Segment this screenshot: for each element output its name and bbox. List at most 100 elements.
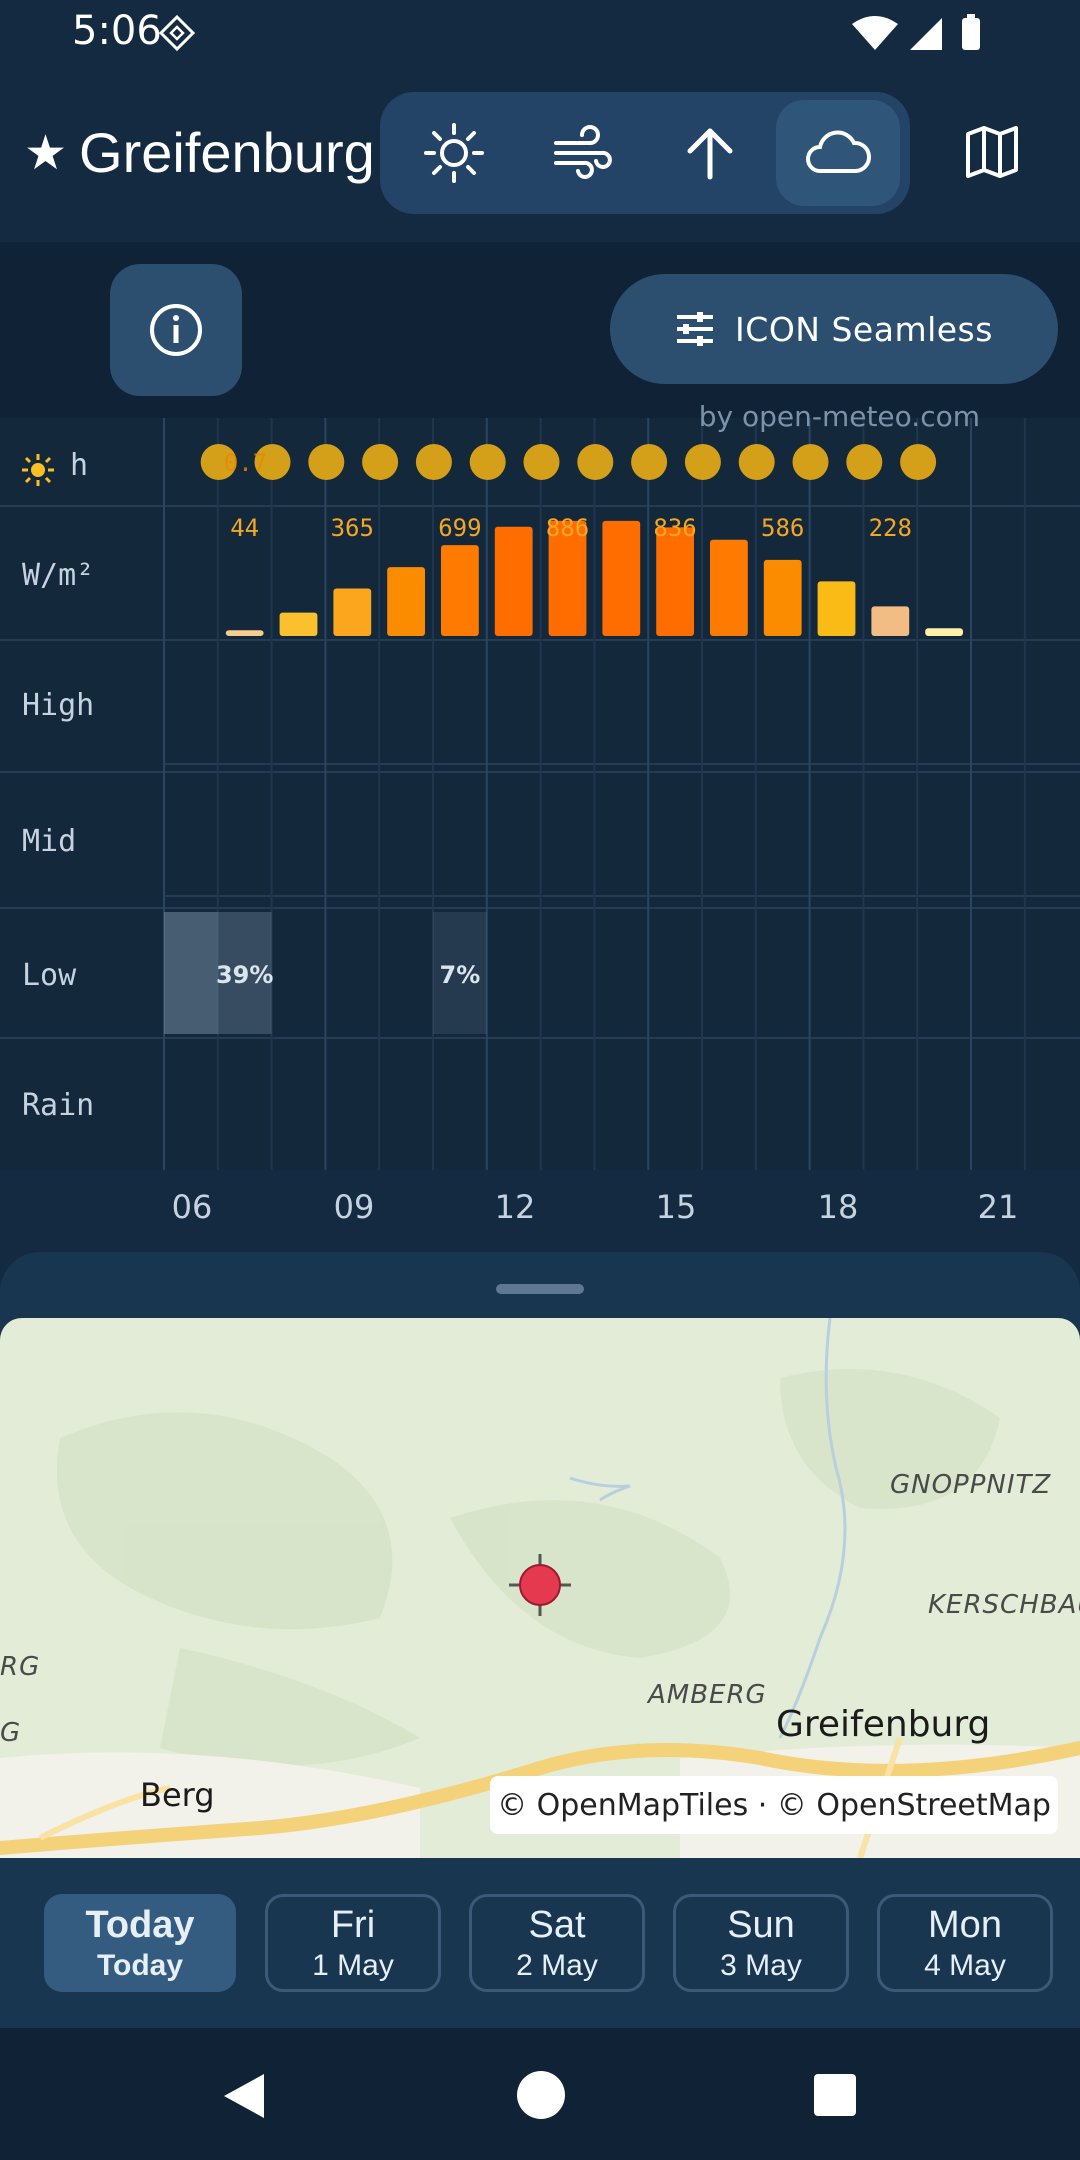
top-app-bar: ★ Greifenburg (0, 66, 1080, 242)
map-label: AMBERG (648, 1680, 767, 1710)
day-name: Mon (928, 1903, 1002, 1946)
day-chip-fri[interactable]: Fri 1 May (265, 1894, 441, 1992)
chart-marks: 0.7 44 365 699 886 836 586 228 39% 7% (164, 444, 963, 1034)
system-nav-bar (0, 2028, 1080, 2160)
day-date: 4 May (924, 1948, 1006, 1982)
home-icon[interactable] (516, 2070, 566, 2120)
radiation-label: 699 (438, 514, 481, 542)
map-button[interactable] (950, 110, 1034, 194)
low-cloud-label: 7% (440, 961, 481, 989)
radiation-bar (710, 539, 748, 636)
chart-toolbar: ICON Seamless (0, 242, 1080, 418)
day-name: Sat (528, 1903, 586, 1946)
x-tick: 18 (817, 1188, 859, 1226)
x-tick: 12 (494, 1188, 536, 1226)
location-name: Greifenburg (79, 121, 375, 184)
day-chip-mon[interactable]: Mon 4 May (877, 1894, 1053, 1992)
map-city: Berg (140, 1776, 215, 1814)
battery-icon (962, 18, 980, 50)
view-tabs (380, 92, 910, 214)
radiation-bar (441, 545, 479, 636)
sunshine-dot (738, 444, 775, 480)
sun-icon (424, 123, 484, 183)
info-button[interactable] (110, 264, 242, 396)
radiation-bar (656, 527, 694, 636)
radiation-label: 44 (230, 514, 259, 542)
status-icons (850, 12, 1000, 57)
recents-icon[interactable] (812, 2072, 858, 2118)
sunshine-label: 0.7 (224, 449, 267, 477)
radiation-bar (225, 630, 264, 636)
day-date: Today (96, 1948, 184, 1982)
x-tick: 06 (171, 1188, 213, 1226)
map-icon (966, 126, 1018, 178)
map-label: GNOPPNITZ (890, 1470, 1052, 1500)
back-icon[interactable] (220, 2070, 268, 2122)
radiation-bar (871, 606, 910, 636)
tab-direction[interactable] (648, 92, 772, 214)
status-bar: 5:06 (0, 0, 1080, 66)
sunshine-dot (415, 444, 452, 480)
x-tick: 09 (333, 1188, 375, 1226)
location-selector[interactable]: ★ Greifenburg (24, 120, 375, 185)
x-tick: 21 (977, 1188, 1019, 1226)
day-date: 2 May (516, 1948, 598, 1982)
sunshine-dot (362, 444, 399, 480)
day-selector: Today Today Fri 1 May Sat 2 May Sun 3 Ma… (0, 1858, 1080, 2028)
credit-text: by open-meteo.com (698, 400, 980, 433)
tab-sun[interactable] (392, 92, 516, 214)
radiation-label: 228 (869, 514, 912, 542)
model-label: ICON Seamless (735, 309, 993, 349)
sunshine-dot (469, 444, 506, 480)
cloud-icon (806, 130, 872, 173)
cell-signal-icon (910, 18, 942, 50)
map-label: KERSCHBAU (928, 1590, 1080, 1620)
day-name: Today (85, 1903, 195, 1946)
radiation-bar (494, 526, 533, 636)
radiation-bar (333, 588, 372, 636)
favorite-star-icon[interactable]: ★ (24, 125, 67, 181)
attribution-text: © OpenMapTiles · © OpenStreetMap (497, 1787, 1051, 1823)
sunshine-dot (577, 444, 614, 480)
day-date: 1 May (312, 1948, 394, 1982)
sunshine-dot (631, 444, 668, 480)
radiation-bar (602, 520, 641, 636)
sunshine-dot (846, 444, 883, 480)
day-chip-sat[interactable]: Sat 2 May (469, 1894, 645, 1992)
map-label: RG (0, 1652, 41, 1682)
radiation-bar (925, 628, 963, 636)
radiation-bar (817, 581, 856, 636)
radiation-label: 365 (331, 514, 374, 542)
low-cloud-cell (164, 912, 218, 1034)
radiation-bar (763, 559, 802, 636)
drag-handle[interactable] (496, 1284, 584, 1294)
x-tick: 15 (655, 1188, 697, 1226)
forecast-chart: h W/m² High Mid Low Rain 0.7 44 365 699 886 8… (0, 418, 1080, 1170)
day-chip-sun[interactable]: Sun 3 May (673, 1894, 849, 1992)
radiation-label: 886 (546, 514, 589, 542)
sunshine-dot (900, 444, 937, 480)
sunshine-dot (684, 444, 721, 480)
radiation-label: 586 (761, 514, 804, 542)
sunshine-dot (792, 444, 829, 480)
day-name: Fri (330, 1903, 376, 1946)
wifi-icon (852, 16, 898, 50)
map-label: G (0, 1718, 22, 1748)
tab-wind[interactable] (520, 92, 644, 214)
model-selector-button[interactable]: ICON Seamless (610, 274, 1058, 384)
low-cloud-label: 39% (216, 961, 273, 989)
info-icon (150, 304, 202, 356)
wind-icon (554, 125, 612, 179)
radiation-label: 836 (653, 514, 696, 542)
map-city: Greifenburg (776, 1704, 991, 1745)
developer-icon (158, 14, 196, 52)
tune-icon (677, 312, 714, 346)
day-date: 3 May (720, 1948, 802, 1982)
x-axis: 06 09 12 15 18 21 (0, 1170, 1080, 1252)
radiation-bar (387, 567, 425, 636)
location-map[interactable]: GNOPPNITZ KERSCHBAU AMBERG RG G Greifenb… (0, 1318, 1080, 1858)
sunshine-dot (308, 444, 345, 480)
tab-clouds[interactable] (776, 100, 900, 206)
map-attribution[interactable]: © OpenMapTiles · © OpenStreetMap (490, 1776, 1058, 1834)
day-chip-today[interactable]: Today Today (44, 1894, 236, 1992)
